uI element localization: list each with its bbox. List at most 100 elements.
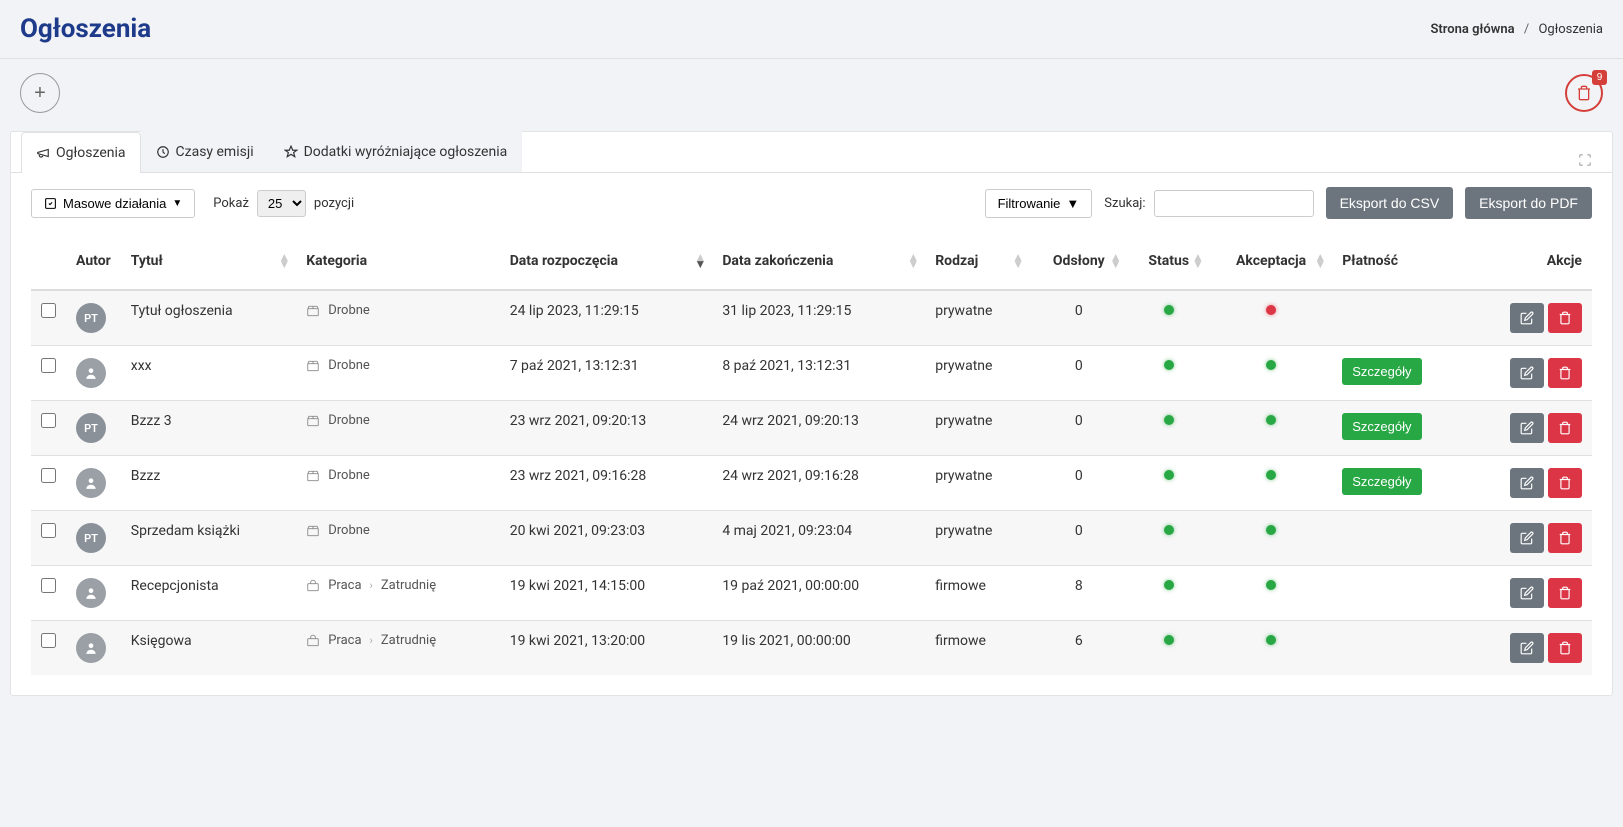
cell-views: 0 <box>1030 456 1128 511</box>
edit-button[interactable] <box>1510 303 1544 333</box>
filter-button[interactable]: Filtrowanie ▼ <box>985 189 1093 218</box>
tab-1[interactable]: Czasy emisji <box>141 131 269 172</box>
cell-category: Praca›Zatrudnię <box>306 578 489 593</box>
cell-views: 6 <box>1030 621 1128 676</box>
cell-views: 0 <box>1030 401 1128 456</box>
megaphone-icon <box>36 146 50 160</box>
col-date-end[interactable]: Data zakończenia▲▼ <box>712 233 925 290</box>
row-checkbox[interactable] <box>41 413 56 428</box>
edit-button[interactable] <box>1510 468 1544 498</box>
details-button[interactable]: Szczegóły <box>1342 468 1421 495</box>
table-row: PTBzzz 3Drobne23 wrz 2021, 09:20:1324 wr… <box>31 401 1592 456</box>
acceptance-dot <box>1266 470 1276 480</box>
cell-kind: firmowe <box>925 621 1030 676</box>
col-author: Autor <box>66 233 121 290</box>
col-acceptance[interactable]: Akceptacja▲▼ <box>1210 233 1332 290</box>
mass-actions-button[interactable]: Masowe działania ▼ <box>31 189 195 218</box>
cell-kind: firmowe <box>925 566 1030 621</box>
cell-date-start: 7 paź 2021, 13:12:31 <box>500 346 713 401</box>
delete-button[interactable] <box>1548 358 1582 388</box>
cell-date-start: 20 kwi 2021, 09:23:03 <box>500 511 713 566</box>
cell-title: Bzzz <box>121 456 296 511</box>
status-dot <box>1164 360 1174 370</box>
page-size-select[interactable]: 25 <box>257 190 306 217</box>
cell-date-end: 31 lip 2023, 11:29:15 <box>712 290 925 346</box>
col-actions: Akcje <box>1467 233 1592 290</box>
category-segment: Drobne <box>328 303 370 318</box>
details-button[interactable]: Szczegóły <box>1342 358 1421 385</box>
table-row: BzzzDrobne23 wrz 2021, 09:16:2824 wrz 20… <box>31 456 1592 511</box>
chevron-right-icon: › <box>370 579 373 592</box>
trash-button[interactable]: 9 <box>1565 74 1603 112</box>
search-input[interactable] <box>1154 190 1314 217</box>
cell-payment <box>1332 511 1467 566</box>
category-segment: Drobne <box>328 413 370 428</box>
page-title: Ogłoszenia <box>20 14 151 44</box>
cell-kind: prywatne <box>925 401 1030 456</box>
col-kind[interactable]: Rodzaj▲▼ <box>925 233 1030 290</box>
breadcrumb-separator: / <box>1524 22 1529 37</box>
cell-payment <box>1332 290 1467 346</box>
edit-button[interactable] <box>1510 358 1544 388</box>
cell-date-end: 24 wrz 2021, 09:20:13 <box>712 401 925 456</box>
cell-date-end: 19 paź 2021, 00:00:00 <box>712 566 925 621</box>
col-date-start[interactable]: Data rozpoczęcia▲▼ <box>500 233 713 290</box>
row-checkbox[interactable] <box>41 523 56 538</box>
delete-button[interactable] <box>1548 303 1582 333</box>
category-segment: Praca <box>328 633 361 648</box>
export-csv-button[interactable]: Eksport do CSV <box>1326 187 1454 219</box>
row-checkbox[interactable] <box>41 468 56 483</box>
row-checkbox[interactable] <box>41 578 56 593</box>
cell-title: Księgowa <box>121 621 296 676</box>
breadcrumb-home[interactable]: Strona główna <box>1431 22 1515 37</box>
edit-button[interactable] <box>1510 413 1544 443</box>
delete-button[interactable] <box>1548 413 1582 443</box>
row-checkbox[interactable] <box>41 633 56 648</box>
edit-button[interactable] <box>1510 633 1544 663</box>
delete-button[interactable] <box>1548 633 1582 663</box>
cell-date-end: 8 paź 2021, 13:12:31 <box>712 346 925 401</box>
delete-button[interactable] <box>1548 523 1582 553</box>
cell-title: xxx <box>121 346 296 401</box>
category-segment: Drobne <box>328 523 370 538</box>
export-pdf-button[interactable]: Eksport do PDF <box>1465 187 1592 219</box>
edit-button[interactable] <box>1510 578 1544 608</box>
listings-table: Autor Tytuł▲▼ Kategoria Data rozpoczęcia… <box>31 233 1592 675</box>
delete-button[interactable] <box>1548 468 1582 498</box>
cell-title: Tytuł ogłoszenia <box>121 290 296 346</box>
cell-category: Drobne <box>306 468 489 483</box>
col-views[interactable]: Odsłony▲▼ <box>1030 233 1128 290</box>
col-title[interactable]: Tytuł▲▼ <box>121 233 296 290</box>
filter-label: Filtrowanie <box>998 196 1061 211</box>
col-payment: Płatność <box>1332 233 1467 290</box>
cell-kind: prywatne <box>925 346 1030 401</box>
row-checkbox[interactable] <box>41 303 56 318</box>
delete-button[interactable] <box>1548 578 1582 608</box>
add-button[interactable]: + <box>20 73 60 113</box>
breadcrumb: Strona główna / Ogłoszenia <box>1431 22 1604 37</box>
avatar <box>76 578 106 608</box>
trash-count-badge: 9 <box>1592 70 1607 85</box>
cell-payment: Szczegóły <box>1332 401 1467 456</box>
tab-label: Czasy emisji <box>176 144 254 160</box>
cell-date-start: 23 wrz 2021, 09:16:28 <box>500 456 713 511</box>
star-icon <box>284 145 298 159</box>
col-status[interactable]: Status▲▼ <box>1128 233 1210 290</box>
edit-button[interactable] <box>1510 523 1544 553</box>
avatar <box>76 468 106 498</box>
cell-category: Praca›Zatrudnię <box>306 633 489 648</box>
avatar <box>76 358 106 388</box>
cell-title: Bzzz 3 <box>121 401 296 456</box>
row-checkbox[interactable] <box>41 358 56 373</box>
table-row: xxx Drobne 7 paź 2021, 13:12:318 paź 2021,… <box>31 346 1592 401</box>
tab-0[interactable]: Ogłoszenia <box>21 132 141 173</box>
details-button[interactable]: Szczegóły <box>1342 413 1421 440</box>
tab-2[interactable]: Dodatki wyróżniające ogłoszenia <box>269 131 523 172</box>
cell-payment <box>1332 621 1467 676</box>
avatar: PT <box>76 523 106 553</box>
cell-category: Drobne <box>306 413 489 428</box>
expand-icon[interactable] <box>1578 153 1592 171</box>
caret-down-icon: ▼ <box>1066 196 1079 211</box>
cell-kind: prywatne <box>925 511 1030 566</box>
category-segment: Drobne <box>328 358 370 373</box>
